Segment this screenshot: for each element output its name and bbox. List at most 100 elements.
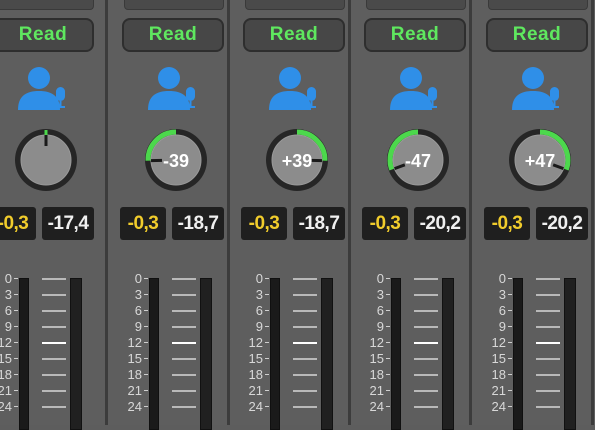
gain-value[interactable]: -0,3 — [120, 207, 166, 240]
insert-slot[interactable] — [0, 0, 94, 10]
volume-fader-handle[interactable] — [293, 342, 317, 344]
scale-label: 6 — [366, 304, 384, 317]
scale-label: 15 — [488, 352, 506, 365]
pan-knob[interactable] — [385, 127, 451, 193]
volume-fader-handle[interactable] — [414, 342, 438, 344]
scale-label: 0 — [0, 272, 12, 285]
scale-tick — [14, 294, 18, 295]
fader-scale-mark — [42, 278, 66, 280]
volume-fader-track[interactable] — [442, 278, 454, 430]
scale-tick — [508, 310, 512, 311]
fader-scale-mark — [293, 278, 317, 280]
user-mic-icon[interactable] — [510, 64, 566, 116]
scale-label: 18 — [124, 368, 142, 381]
pan-knob[interactable] — [507, 127, 573, 193]
level-readout: -20,2 — [536, 207, 588, 240]
fader-scale-mark — [42, 358, 66, 360]
scale-label: 0 — [488, 272, 506, 285]
fader-scale-mark — [42, 310, 66, 312]
user-mic-icon[interactable] — [267, 64, 323, 116]
automation-mode-button[interactable]: Read — [486, 18, 588, 52]
scale-label: 9 — [0, 320, 12, 333]
scale-tick — [508, 406, 512, 407]
user-mic-icon[interactable] — [388, 64, 444, 116]
scale-label: 24 — [245, 400, 263, 413]
gain-value[interactable]: -0,3 — [0, 207, 36, 240]
user-mic-icon[interactable] — [146, 64, 202, 116]
scale-tick — [508, 326, 512, 327]
scale-label: 0 — [124, 272, 142, 285]
fader-scale-mark — [42, 294, 66, 296]
volume-fader-handle[interactable] — [536, 342, 560, 344]
scale-tick — [14, 390, 18, 391]
channel-strip: Read-47-0,3-20,203691215182124 — [354, 0, 472, 425]
scale-label: 3 — [488, 288, 506, 301]
fader-scale-mark — [42, 374, 66, 376]
fader-scale-mark — [536, 326, 560, 328]
pan-knob[interactable] — [13, 127, 79, 193]
fader-scale-mark — [293, 326, 317, 328]
fader-scale-mark — [42, 406, 66, 408]
volume-fader-handle[interactable] — [172, 342, 196, 344]
scale-tick — [386, 390, 390, 391]
insert-slot[interactable] — [245, 0, 345, 10]
volume-fader-handle[interactable] — [42, 342, 66, 344]
fader-scale-mark — [172, 326, 196, 328]
volume-fader-track[interactable] — [564, 278, 576, 430]
scale-tick — [508, 278, 512, 279]
fader-scale-mark — [536, 406, 560, 408]
fader-scale-mark — [42, 390, 66, 392]
scale-tick — [144, 358, 148, 359]
fader-scale-mark — [293, 390, 317, 392]
fader-scale-mark — [293, 294, 317, 296]
automation-mode-button[interactable]: Read — [0, 18, 94, 52]
automation-mode-button[interactable]: Read — [364, 18, 466, 52]
channel-strip: Read+47-0,3-20,203691215182124 — [476, 0, 594, 425]
pan-knob[interactable] — [143, 127, 209, 193]
scale-label: 3 — [245, 288, 263, 301]
scale-tick — [144, 406, 148, 407]
fader-scale-mark — [414, 374, 438, 376]
pan-knob[interactable] — [264, 127, 330, 193]
volume-fader-track[interactable] — [70, 278, 82, 430]
gain-value[interactable]: -0,3 — [241, 207, 287, 240]
scale-label: 24 — [124, 400, 142, 413]
scale-label: 9 — [366, 320, 384, 333]
scale-tick — [265, 406, 269, 407]
level-meter — [391, 278, 401, 430]
insert-slot[interactable] — [366, 0, 466, 10]
insert-slot[interactable] — [124, 0, 224, 10]
gain-value[interactable]: -0,3 — [362, 207, 408, 240]
fader-scale-mark — [293, 406, 317, 408]
scale-label: 6 — [488, 304, 506, 317]
scale-label: 6 — [0, 304, 12, 317]
scale-tick — [265, 278, 269, 279]
fader-scale-mark — [172, 358, 196, 360]
scale-label: 18 — [488, 368, 506, 381]
scale-label: 15 — [124, 352, 142, 365]
fader-section: 03691215182124 — [241, 270, 359, 425]
fader-scale-mark — [414, 294, 438, 296]
fader-scale-mark — [172, 294, 196, 296]
volume-fader-track[interactable] — [321, 278, 333, 430]
fader-scale-mark — [293, 358, 317, 360]
insert-slot[interactable] — [488, 0, 588, 10]
fader-scale-mark — [172, 406, 196, 408]
channel-strip: Read-0,3-17,403691215182124 — [0, 0, 108, 425]
fader-scale-mark — [414, 390, 438, 392]
level-meter — [513, 278, 523, 430]
scale-label: 24 — [366, 400, 384, 413]
scale-label: 15 — [366, 352, 384, 365]
fader-section: 03691215182124 — [0, 270, 108, 425]
level-readout: -18,7 — [172, 207, 224, 240]
gain-value[interactable]: -0,3 — [484, 207, 530, 240]
fader-scale-mark — [536, 358, 560, 360]
automation-mode-button[interactable]: Read — [243, 18, 345, 52]
fader-scale-mark — [414, 326, 438, 328]
scale-tick — [508, 374, 512, 375]
volume-fader-track[interactable] — [200, 278, 212, 430]
fader-scale-mark — [414, 310, 438, 312]
user-mic-icon[interactable] — [16, 64, 72, 116]
level-meter — [270, 278, 280, 430]
automation-mode-button[interactable]: Read — [122, 18, 224, 52]
